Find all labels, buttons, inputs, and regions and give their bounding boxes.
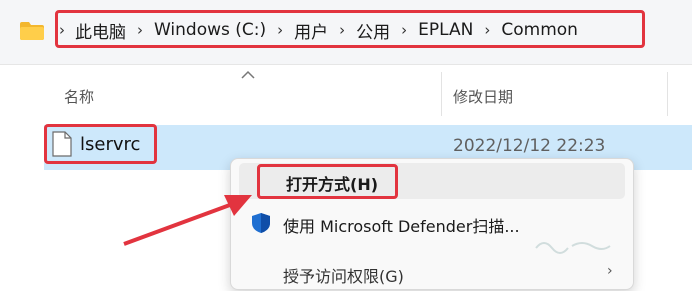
shield-icon [252,213,270,233]
folder-icon [20,22,44,40]
breadcrumb-item-users[interactable]: 用户 [294,18,328,43]
breadcrumb-item-windows-c[interactable]: Windows (C:) [154,20,266,40]
breadcrumb-item-this-pc[interactable]: 此电脑 [75,18,126,43]
breadcrumb-item-public[interactable]: 公用 [356,18,390,43]
chevron-right-icon[interactable]: › [277,21,283,39]
menu-item-label: 授予访问权限(G) [283,267,404,286]
chevron-right-icon[interactable]: › [59,21,65,39]
file-date-modified: 2022/12/12 22:23 [453,136,606,156]
breadcrumb-item-eplan[interactable]: EPLAN [418,20,473,40]
chevron-right-icon[interactable]: › [401,21,407,39]
address-bar[interactable]: › 此电脑 › Windows (C:) › 用户 › 公用 › EPLAN ›… [0,0,692,65]
breadcrumb[interactable]: › 此电脑 › Windows (C:) › 用户 › 公用 › EPLAN ›… [55,10,645,50]
chevron-right-icon[interactable]: › [484,21,490,39]
chevron-right-icon[interactable]: › [339,21,345,39]
column-divider[interactable] [441,72,442,116]
submenu-chevron-icon: › [607,263,613,279]
sort-ascending-icon[interactable] [241,70,255,80]
context-menu: 打开方式(H) 使用 Microsoft Defender扫描... 授予访问权… [230,158,634,290]
watermark-logo [535,242,611,254]
menu-item-label: 打开方式(H) [286,175,379,194]
column-divider[interactable] [667,72,668,116]
menu-item-grant-access[interactable]: 授予访问权限(G) › [231,255,633,291]
breadcrumb-item-common[interactable]: Common [501,20,578,40]
column-header-name[interactable]: 名称 [64,86,94,107]
menu-item-label: 使用 Microsoft Defender扫描... [283,217,520,236]
menu-item-open-with[interactable]: 打开方式(H) [231,163,633,199]
column-header-date-modified[interactable]: 修改日期 [453,86,513,107]
file-name[interactable]: lservrc [80,134,140,155]
chevron-right-icon[interactable]: › [137,21,143,39]
file-icon [52,131,72,157]
